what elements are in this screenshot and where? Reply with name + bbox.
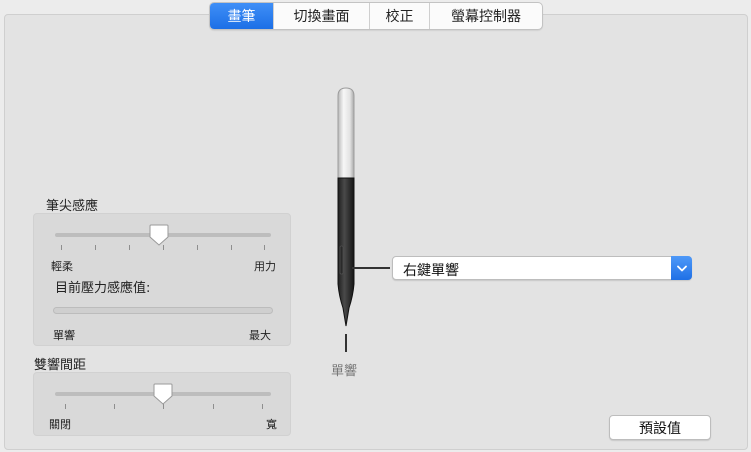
double-click-max-label: 寬 [266,418,277,431]
tip-function-label: 單響 [331,364,358,379]
tab-pen[interactable]: 畫筆 [210,3,273,29]
double-click-slider-knob[interactable] [153,383,173,405]
tip-feel-tick [264,245,265,250]
current-pressure-bar [53,307,273,314]
tip-feel-max-label: 用力 [254,260,276,273]
chevron-down-icon[interactable] [671,256,692,280]
tab-calibrate[interactable]: 校正 [369,3,429,29]
double-click-min-label: 關閉 [49,418,71,431]
double-click-tick [213,404,214,409]
tip-feel-tick [95,245,96,250]
tip-feel-tick [129,245,130,250]
side-switch-dropdown[interactable]: 右鍵單響 [392,256,692,280]
tip-leader-line [345,334,347,352]
default-button[interactable]: 預設值 [609,415,711,440]
pressure-max-label: 最大 [249,329,271,342]
pen-preferences-window: 畫筆 切換畫面 校正 螢幕控制器 筆尖感應 輕柔 用力 目前壓力感應值: 單響 … [0,0,751,452]
tip-feel-tick [231,245,232,250]
tab-bar: 畫筆 切換畫面 校正 螢幕控制器 [209,2,543,30]
tip-feel-min-label: 輕柔 [51,260,73,273]
double-click-tick [114,404,115,409]
side-switch-dropdown-value: 右鍵單響 [403,263,459,279]
pen-illustration [337,87,355,327]
tab-mapping[interactable]: 切換畫面 [273,3,369,29]
current-pressure-label: 目前壓力感應值: [55,281,151,296]
side-switch-leader-line [352,267,390,269]
double-click-tick [65,404,66,409]
double-click-tick [262,404,263,409]
double-click-distance-title: 雙響間距 [34,358,87,373]
pressure-min-label: 單響 [53,329,75,342]
tip-feel-slider-knob[interactable] [149,224,169,246]
tip-feel-tick [61,245,62,250]
tab-display-toggle[interactable]: 螢幕控制器 [429,3,542,29]
tip-feel-title: 筆尖感應 [46,199,99,214]
tip-feel-tick [197,245,198,250]
